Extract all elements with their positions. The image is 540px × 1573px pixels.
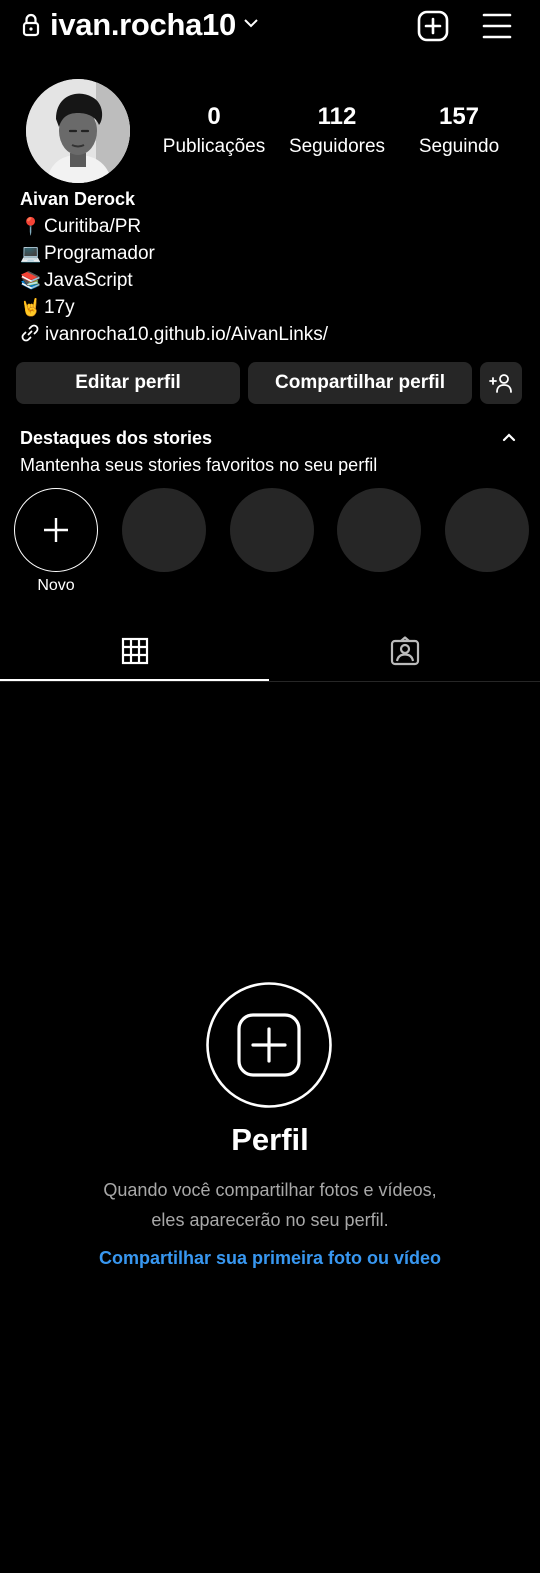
avatar-photo [26,79,130,183]
top-bar: ivan.rocha10 [0,0,540,52]
bio: Aivan Derock 📍 Curitiba/PR 💻 Programador 📚… [20,186,520,348]
bio-text: Curitiba/PR [44,216,142,237]
chevron-down-icon[interactable] [243,17,259,29]
rock-hand-emoji-icon: 🤘 [20,298,42,317]
bio-text: JavaScript [44,270,133,291]
link-icon [21,324,39,342]
stat-posts[interactable]: 0 Publicações [154,102,274,162]
tab-posts-grid[interactable] [0,620,270,681]
avatar[interactable] [26,79,130,183]
create-post-icon[interactable] [206,982,332,1108]
active-tab-indicator [0,679,269,681]
bio-line: 💻 Programador [20,240,520,267]
discover-people-button[interactable] [480,362,522,404]
grid-icon [121,637,149,664]
pin-emoji-icon: 📍 [20,217,42,236]
collapse-icon[interactable] [502,432,516,442]
new-highlight-label: Novo [37,577,75,594]
laptop-emoji-icon: 💻 [20,244,42,263]
stat-value: 157 [438,103,480,130]
stat-label: Publicações [162,136,266,157]
highlight-placeholder [230,488,314,572]
profile-page: ivan.rocha10 0 Publicações 112 Seguidore… [0,0,540,1573]
highlights-subtitle: Mantenha seus stories favoritos no seu p… [20,455,378,475]
stat-followers[interactable]: 112 Seguidores [277,102,397,162]
empty-state-description: Quando você compartilhar fotos e vídeos,… [103,1180,437,1230]
books-emoji-icon: 📚 [20,271,42,290]
new-highlight-button[interactable] [14,488,98,572]
share-profile-button[interactable]: Compartilhar perfil [248,362,472,404]
stat-value: 112 [317,103,357,130]
highlight-placeholder [445,488,529,572]
highlight-placeholder [337,488,421,572]
share-first-photo-link[interactable]: Compartilhar sua primeira foto ou vídeo [0,1245,540,1271]
add-post-icon[interactable] [417,10,449,42]
bio-line: 📚 JavaScript [20,267,520,294]
tab-tagged[interactable] [270,620,540,681]
tab-divider [0,681,540,682]
stat-value: 0 [207,103,221,130]
stat-label: Seguidores [288,136,386,157]
bio-line: 🤘 17y [20,294,520,321]
highlight-placeholder [122,488,206,572]
username-switcher[interactable]: ivan.rocha10 [50,4,236,46]
edit-profile-button[interactable]: Editar perfil [16,362,240,404]
tagged-icon [390,635,420,665]
bio-line: 📍 Curitiba/PR [20,213,520,240]
lock-icon [22,13,40,37]
highlights-title: Destaques dos stories [20,428,213,448]
add-person-icon [489,374,512,393]
bio-link-text[interactable]: ivanrocha10.github.io/AivanLinks/ [45,324,328,345]
bio-link[interactable]: ivanrocha10.github.io/AivanLinks/ [20,321,520,348]
stat-label: Seguindo [418,136,500,157]
profile-name: Aivan Derock [20,189,136,209]
bio-text: 17y [44,297,75,318]
plus-icon [44,518,68,542]
empty-state-title: Perfil [231,1122,309,1157]
stat-following[interactable]: 157 Seguindo [399,102,519,162]
menu-icon[interactable] [481,11,513,41]
bio-text: Programador [44,243,155,264]
